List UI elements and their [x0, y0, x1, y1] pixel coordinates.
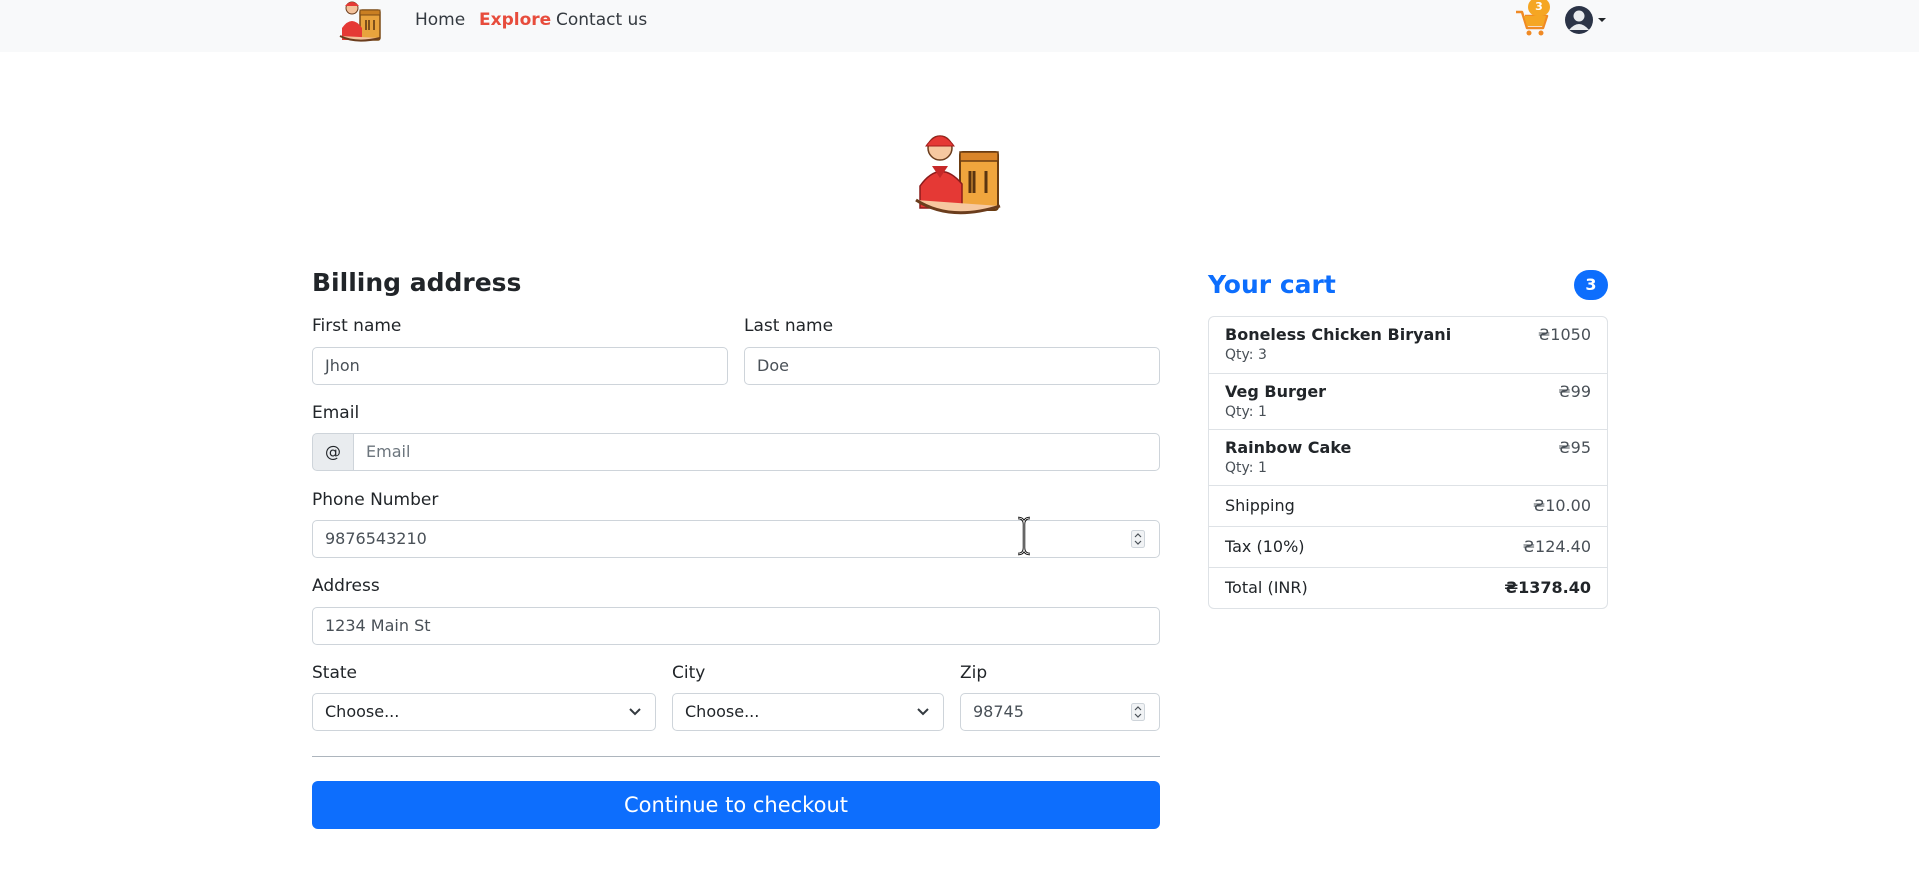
cart-item-qty: Qty: 1	[1225, 460, 1267, 476]
cart-badge: 3	[1528, 0, 1550, 16]
cart-item-price: ₴99	[1558, 382, 1591, 401]
city-chevron-down-icon	[917, 708, 929, 716]
email-label: Email	[312, 403, 360, 423]
cart-item-name: Boneless Chicken Biryani	[1225, 325, 1452, 344]
nav-explore-link[interactable]: Explore	[479, 10, 551, 30]
address-input[interactable]: 1234 Main St	[312, 607, 1160, 645]
cart-item: Rainbow Cake Qty: 1 ₴95	[1209, 430, 1607, 486]
phone-label: Phone Number	[312, 490, 439, 510]
cart-item-qty: Qty: 3	[1225, 347, 1267, 363]
text-cursor-icon	[1017, 516, 1031, 556]
zip-spinner-icon[interactable]	[1131, 703, 1145, 721]
address-label: Address	[312, 576, 380, 596]
email-input[interactable]: Email	[353, 433, 1160, 471]
delivery-hero-icon	[915, 135, 1001, 215]
cart-item-price: ₴1050	[1537, 325, 1591, 344]
shipping-row: Shipping ₴10.00	[1209, 486, 1607, 527]
last-name-label: Last name	[744, 316, 834, 336]
state-label: State	[312, 663, 357, 683]
city-label: City	[672, 663, 706, 683]
zip-label: Zip	[960, 663, 988, 683]
tax-label: Tax (10%)	[1225, 537, 1305, 556]
state-select[interactable]: Choose...	[312, 693, 656, 731]
total-value: ₴1378.40	[1504, 578, 1591, 597]
phone-spinner-icon[interactable]	[1131, 530, 1145, 548]
shipping-value: ₴10.00	[1532, 496, 1591, 515]
continue-to-checkout-button[interactable]: Continue to checkout	[312, 781, 1160, 829]
user-avatar-dropdown[interactable]	[1562, 4, 1608, 34]
city-select[interactable]: Choose...	[672, 693, 944, 731]
cart-item-price: ₴95	[1558, 438, 1591, 457]
cart-item-qty: Qty: 1	[1225, 404, 1267, 420]
cart-count-badge: 3	[1574, 270, 1608, 300]
email-prefix: @	[312, 433, 354, 471]
nav-home-link[interactable]: Home	[415, 10, 465, 30]
cart-item-name: Rainbow Cake	[1225, 438, 1352, 457]
cart-list: Boneless Chicken Biryani Qty: 3 ₴1050 Ve…	[1208, 316, 1608, 609]
billing-heading: Billing address	[312, 268, 522, 297]
nav-contact-link[interactable]: Contact us	[556, 10, 647, 30]
total-row: Total (INR) ₴1378.40	[1209, 568, 1607, 609]
cart-item-name: Veg Burger	[1225, 382, 1327, 401]
cart-title: Your cart	[1208, 270, 1336, 299]
zip-input[interactable]: 98745	[960, 693, 1160, 731]
state-chevron-down-icon	[629, 708, 641, 716]
total-label: Total (INR)	[1225, 578, 1308, 597]
cart-item: Veg Burger Qty: 1 ₴99	[1209, 374, 1607, 430]
tax-row: Tax (10%) ₴124.40	[1209, 527, 1607, 568]
shipping-label: Shipping	[1225, 496, 1295, 515]
last-name-input[interactable]: Doe	[744, 347, 1160, 385]
form-divider	[312, 756, 1160, 757]
first-name-input[interactable]: Jhon	[312, 347, 728, 385]
first-name-label: First name	[312, 316, 402, 336]
navbar: Home Explore Contact us 3	[0, 0, 1919, 52]
cart-item: Boneless Chicken Biryani Qty: 3 ₴1050	[1209, 317, 1607, 374]
tax-value: ₴124.40	[1522, 537, 1591, 556]
delivery-logo-icon[interactable]	[336, 0, 386, 42]
